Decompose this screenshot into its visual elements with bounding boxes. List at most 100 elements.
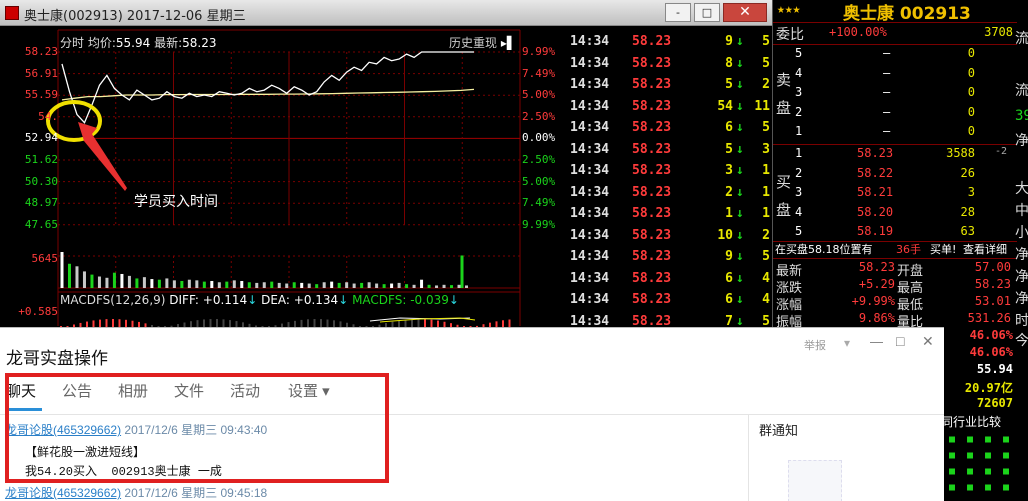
dropdown-icon[interactable]: ▾ xyxy=(844,336,850,350)
down-arrow-icon: ■ xyxy=(949,466,956,477)
minimize-chat-button[interactable]: — xyxy=(870,334,883,349)
down-arrow-icon: ■ xyxy=(967,466,974,477)
price-line xyxy=(61,51,474,124)
order-qty: 63 xyxy=(960,224,975,238)
close-button[interactable]: ✕ xyxy=(723,3,767,22)
volume-bar xyxy=(97,276,101,288)
volume-bar xyxy=(202,281,206,288)
down-arrow-icon: ■ xyxy=(1003,482,1010,493)
volume-bar xyxy=(300,282,304,288)
down-arrow-icon: ↓ xyxy=(338,293,349,307)
tick-time: 14:34 xyxy=(570,34,610,49)
sell-order-row: 5 – 0 xyxy=(773,46,1017,66)
tick-count: 2 xyxy=(762,77,770,92)
tick-time: 14:34 xyxy=(570,77,610,92)
macd-dea: DEA: +0.134 xyxy=(261,293,339,307)
stat-value: 53.01 xyxy=(974,294,1011,308)
order-level: 4 xyxy=(795,204,803,219)
report-button[interactable]: 举报 xyxy=(804,337,826,353)
price-tick-label: 58.23 xyxy=(24,45,58,58)
window-titlebar[interactable]: 奥士康(002913) 2017-12-06 星期三 - □ ✕ xyxy=(0,0,772,26)
macd-diff: DIFF: +0.114 xyxy=(169,293,248,307)
tick-row: 14:34 58.23 10 ↓ 2 xyxy=(568,228,772,250)
maximize-button[interactable]: □ xyxy=(694,3,720,22)
industry-compare-link[interactable]: 同行业比较 xyxy=(941,413,1001,430)
down-arrow-icon: ↓ xyxy=(736,184,744,200)
tick-qty: 6 xyxy=(725,292,733,307)
volume-bar xyxy=(397,282,401,288)
minimize-button[interactable]: - xyxy=(665,3,691,22)
maximize-chat-button[interactable]: □ xyxy=(896,333,904,349)
down-arrow-icon: ↓ xyxy=(736,292,744,307)
stat-value: 58.23 xyxy=(974,277,1011,291)
volume-bar xyxy=(225,281,229,288)
percent-tick-label: 7.49% xyxy=(522,66,556,80)
down-arrow-icon: ■ xyxy=(985,466,992,477)
window-title: 奥士康(002913) 2017-12-06 星期三 xyxy=(24,9,246,24)
volume-bar xyxy=(217,282,221,288)
tick-count: 1 xyxy=(762,184,770,200)
tick-qty: 6 xyxy=(725,120,733,135)
stat-value: +5.29 xyxy=(858,277,895,291)
macd-name: MACDFS(12,26,9) xyxy=(60,293,166,307)
volume-bar xyxy=(435,285,439,288)
stat-value: 9.86% xyxy=(858,311,895,325)
down-arrow-icon: ■ xyxy=(967,434,974,445)
tick-count: 11 xyxy=(754,98,770,114)
volume-bar xyxy=(240,280,244,288)
volume-bar xyxy=(105,277,109,288)
order-price: – xyxy=(883,104,891,119)
tick-price: 58.23 xyxy=(632,249,672,264)
tick-price: 58.23 xyxy=(632,270,672,286)
price-tick-label: 56.91 xyxy=(24,66,58,80)
tick-time: 14:34 xyxy=(570,120,610,135)
sender-qq[interactable]: (465329662) xyxy=(53,486,121,500)
mode-label: 分时 xyxy=(60,36,85,50)
volume-bar xyxy=(460,255,464,288)
price-tick-label: 47.65 xyxy=(24,217,58,231)
order-level: 3 xyxy=(795,85,803,99)
volume-bar xyxy=(82,271,86,288)
volume-bar xyxy=(375,283,379,288)
order-level: 2 xyxy=(795,165,803,180)
edge-label: 净 xyxy=(1015,291,1028,307)
tick-qty: 1 xyxy=(725,206,733,221)
tick-time: 14:34 xyxy=(570,270,610,286)
stat-value: 46.06% xyxy=(969,328,1013,342)
commit-diff: 3708 xyxy=(984,25,1013,39)
order-price: 58.20 xyxy=(857,204,894,219)
order-price: 58.23 xyxy=(857,146,894,160)
sender-name[interactable]: 龙哥论股 xyxy=(5,486,53,500)
down-arrow-icon: ■ xyxy=(1003,466,1010,477)
tick-qty: 5 xyxy=(725,141,733,157)
chat-title: 龙哥实盘操作 xyxy=(6,349,108,368)
price-tick-label: 48.97 xyxy=(24,196,58,210)
volume-bar xyxy=(367,282,371,288)
tick-time: 14:34 xyxy=(570,55,610,71)
buy-order-row: 4 58.20 28 xyxy=(773,205,1017,225)
avg-value: 55.94 xyxy=(115,36,151,50)
intraday-chart[interactable] xyxy=(0,26,568,328)
volume-bar xyxy=(292,282,296,288)
down-arrow-icon: ■ xyxy=(985,434,992,445)
volume-bar xyxy=(382,284,386,288)
tick-count: 4 xyxy=(762,270,770,286)
down-arrow-icon: ■ xyxy=(985,482,992,493)
close-chat-button[interactable]: ✕ xyxy=(922,333,934,350)
volume-bar xyxy=(142,277,146,288)
down-arrow-icon: ↓ xyxy=(448,293,459,307)
volume-bar xyxy=(157,279,161,288)
stat-value: +9.99% xyxy=(851,294,895,308)
tick-price: 58.23 xyxy=(632,206,672,221)
history-replay-button[interactable]: 历史重现 ▸▌ xyxy=(449,34,516,51)
volume-bar xyxy=(187,279,191,288)
down-arrow-icon: ↓ xyxy=(736,163,744,178)
down-arrow-icon: ■ xyxy=(967,482,974,493)
stat-value: 20.97亿 xyxy=(964,381,1013,395)
edge-label: 大 xyxy=(1015,181,1028,197)
tick-qty: 5 xyxy=(725,77,733,92)
order-price: – xyxy=(883,85,891,99)
detail-link[interactable]: 查看详细 xyxy=(963,241,1007,257)
tick-count: 1 xyxy=(762,163,770,178)
tick-row: 14:34 58.23 1 ↓ 1 xyxy=(568,206,772,228)
